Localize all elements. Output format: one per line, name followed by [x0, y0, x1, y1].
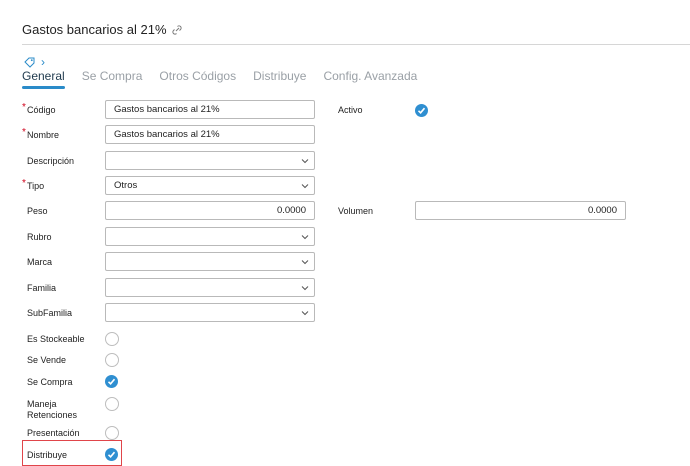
page-title-text: Gastos bancarios al 21% — [22, 22, 167, 37]
chevron-down-icon — [301, 235, 309, 240]
checkmark-icon — [107, 451, 116, 458]
chevron-down-icon — [301, 311, 309, 316]
se-compra-label: Se Compra — [27, 377, 73, 387]
marca-label: Marca — [27, 257, 53, 267]
es-stockeable-checkbox[interactable] — [105, 332, 119, 346]
subfamilia-label: SubFamilia — [27, 308, 73, 318]
chevron-right-icon[interactable]: › — [41, 55, 45, 69]
nombre-label: * Nombre — [22, 127, 60, 140]
se-compra-checkbox[interactable] — [105, 375, 118, 388]
familia-select[interactable] — [105, 278, 315, 297]
es-stockeable-label: Es Stockeable — [27, 334, 85, 344]
link-icon[interactable] — [171, 24, 183, 36]
rubro-select[interactable] — [105, 227, 315, 246]
nombre-input[interactable]: Gastos bancarios al 21% — [105, 125, 315, 144]
peso-label: Peso — [27, 206, 48, 216]
tab-config-avanzada[interactable]: Config. Avanzada — [323, 69, 417, 87]
peso-input[interactable]: 0.0000 — [105, 201, 315, 220]
distribuye-label: Distribuye — [27, 450, 68, 460]
presentacion-label: Presentación — [27, 428, 80, 438]
activo-label: Activo — [338, 105, 363, 115]
descripcion-label: Descripción — [27, 156, 75, 166]
presentacion-checkbox[interactable] — [105, 426, 119, 440]
tab-distribuye[interactable]: Distribuye — [253, 69, 306, 87]
required-marker: * — [22, 127, 26, 138]
codigo-input[interactable]: Gastos bancarios al 21% — [105, 100, 315, 119]
marca-select[interactable] — [105, 252, 315, 271]
volumen-label: Volumen — [338, 206, 374, 216]
tab-otros-codigos[interactable]: Otros Códigos — [159, 69, 236, 87]
required-marker: * — [22, 178, 26, 189]
se-vende-label: Se Vende — [27, 355, 67, 365]
activo-checkbox[interactable] — [415, 104, 428, 117]
descripcion-select[interactable] — [105, 151, 315, 170]
tipo-label: * Tipo — [22, 178, 45, 191]
tab-bar: General Se Compra Otros Códigos Distribu… — [22, 69, 434, 89]
maneja-retenciones-label: Maneja Retenciones — [27, 399, 78, 420]
title-divider — [22, 44, 690, 45]
tag-icon[interactable] — [24, 57, 35, 68]
rubro-label: Rubro — [27, 232, 52, 242]
se-vende-checkbox[interactable] — [105, 353, 119, 367]
subfamilia-select[interactable] — [105, 303, 315, 322]
tab-se-compra[interactable]: Se Compra — [82, 69, 143, 87]
tab-general[interactable]: General — [22, 69, 65, 89]
breadcrumb: › — [24, 55, 45, 69]
chevron-down-icon — [301, 159, 309, 164]
checkmark-icon — [417, 107, 426, 114]
checkmark-icon — [107, 378, 116, 385]
chevron-down-icon — [301, 184, 309, 189]
codigo-label: * Código — [22, 102, 56, 115]
tipo-select[interactable]: Otros — [105, 176, 315, 195]
volumen-input[interactable]: 0.0000 — [415, 201, 626, 220]
distribuye-checkbox[interactable] — [105, 448, 118, 461]
chevron-down-icon — [301, 286, 309, 291]
required-marker: * — [22, 102, 26, 113]
page-title: Gastos bancarios al 21% — [22, 22, 183, 37]
chevron-down-icon — [301, 260, 309, 265]
familia-label: Familia — [27, 283, 57, 293]
maneja-retenciones-checkbox[interactable] — [105, 397, 119, 411]
